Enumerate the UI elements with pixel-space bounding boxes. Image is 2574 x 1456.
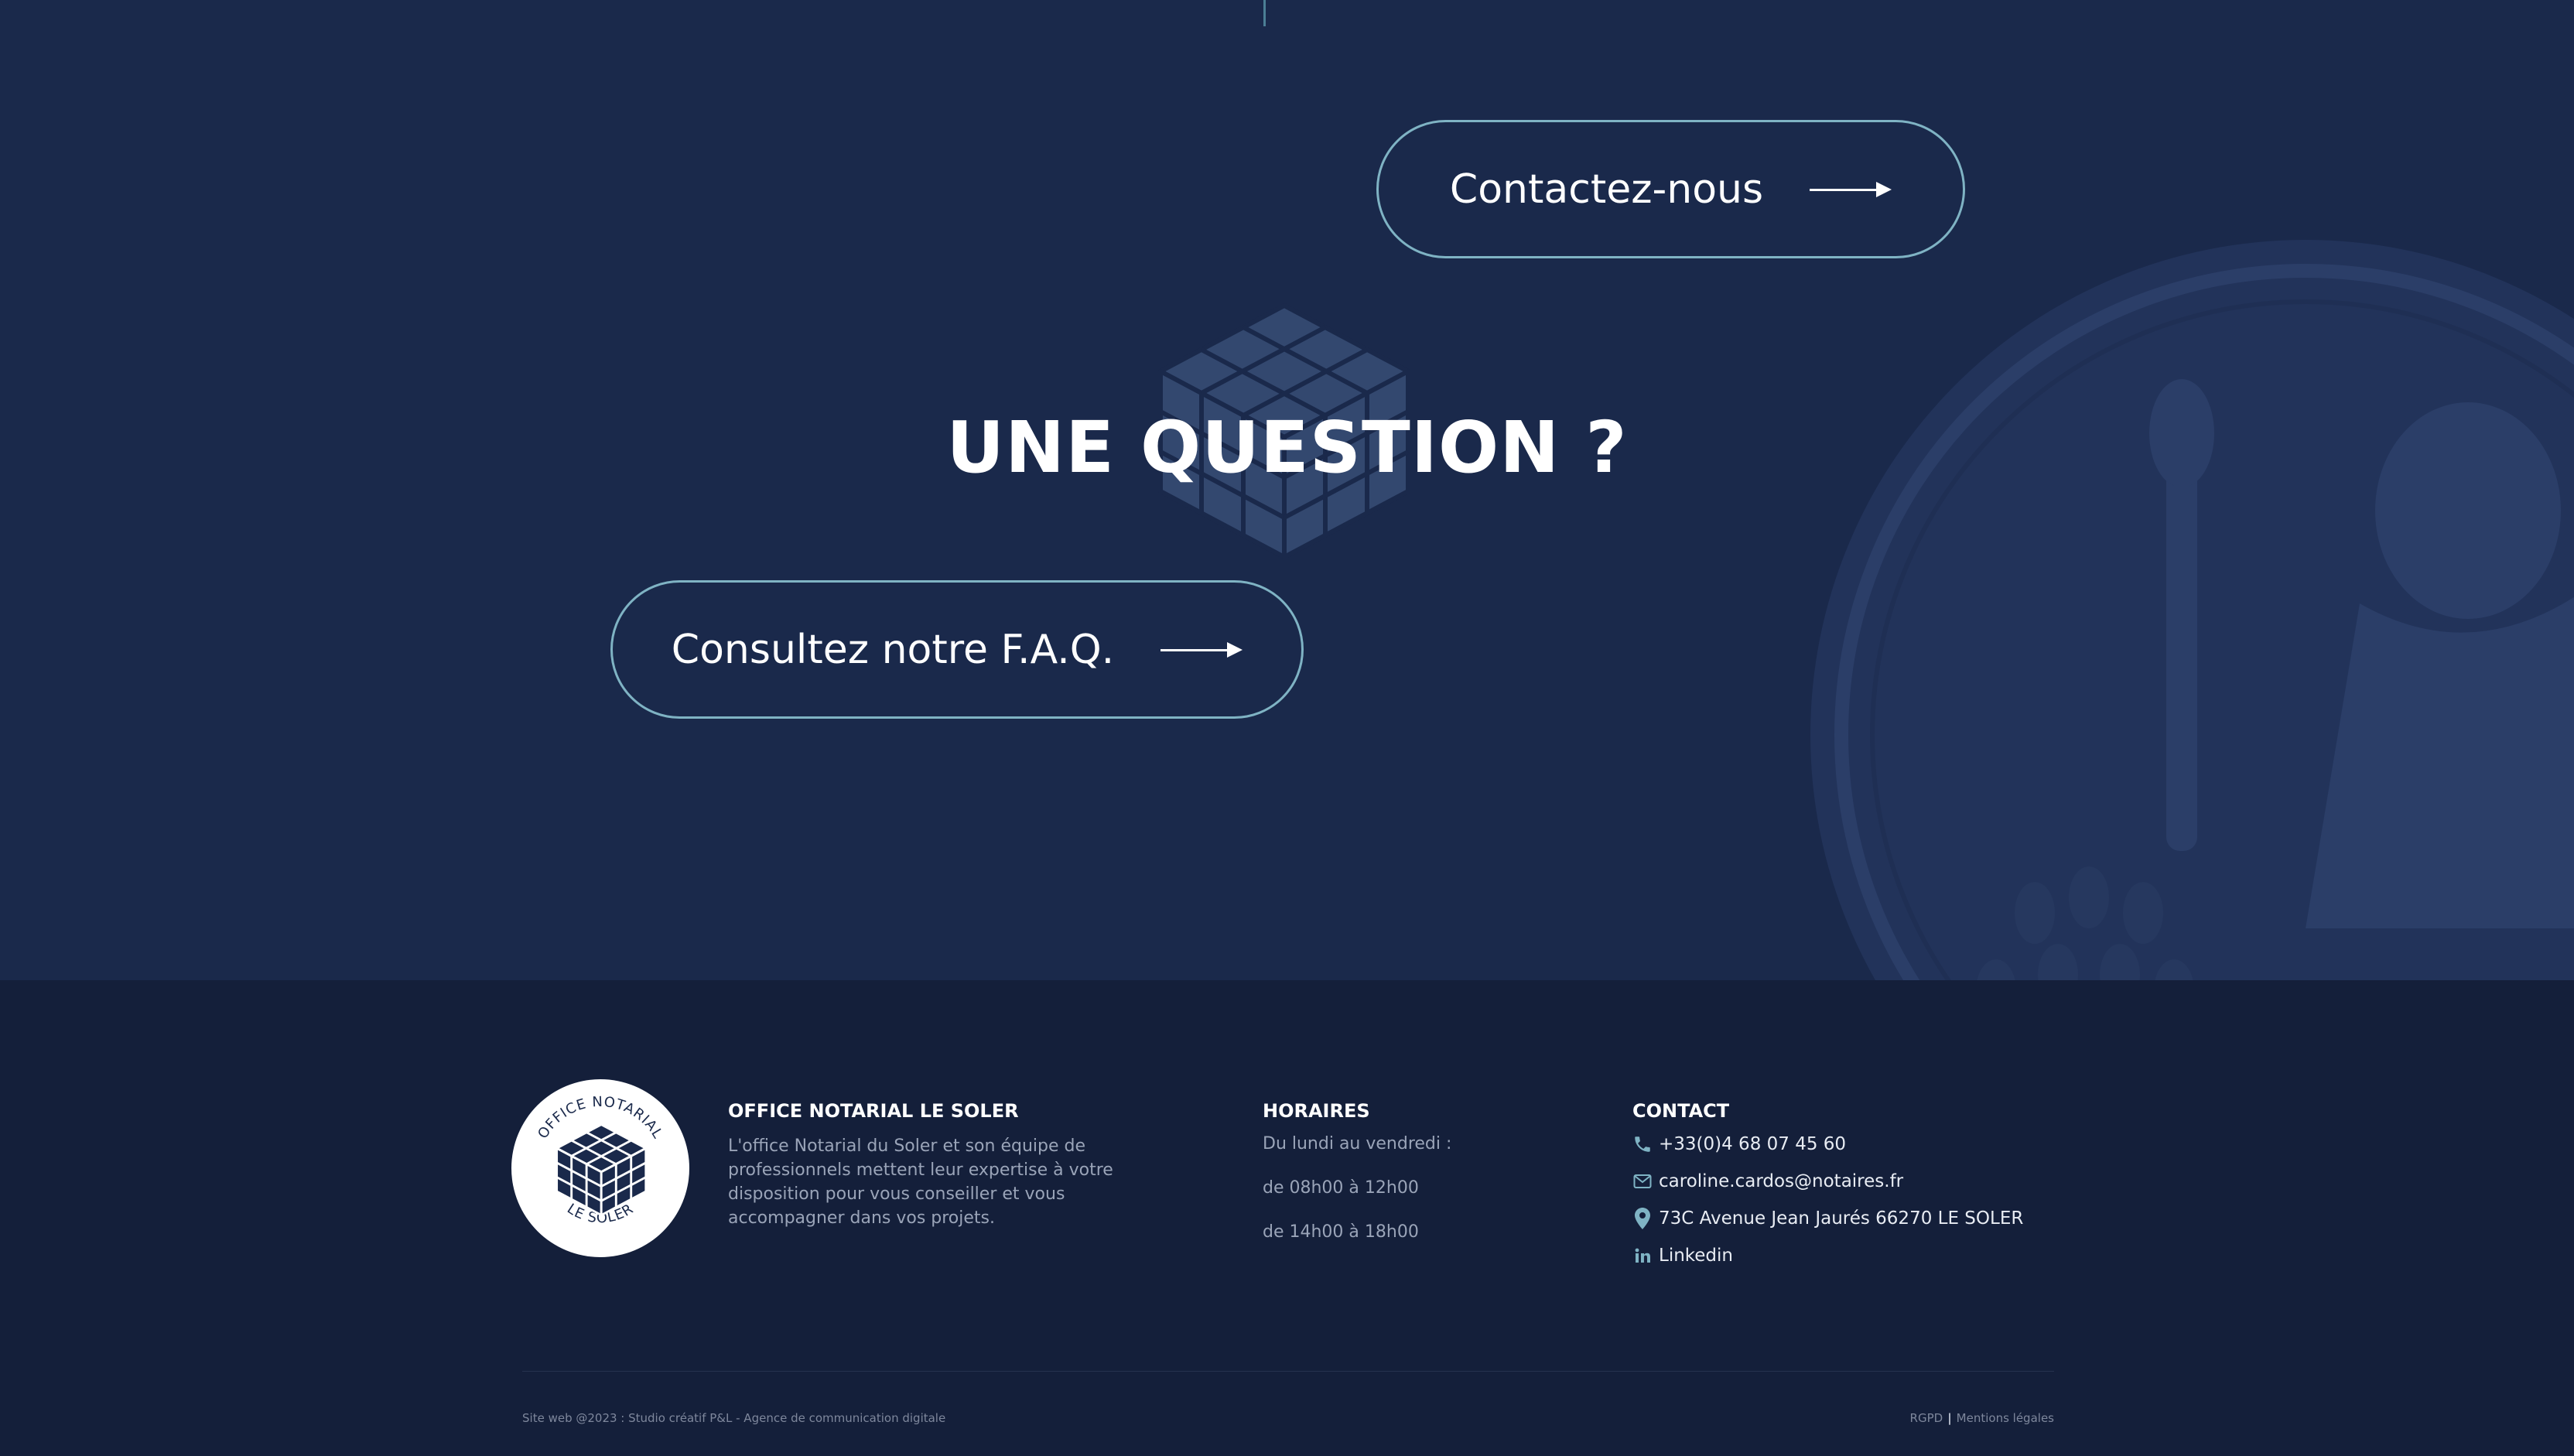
phone-number: +33(0)4 68 07 45 60 xyxy=(1659,1134,1847,1154)
mentions-legales-link[interactable]: Mentions légales xyxy=(1957,1411,2054,1425)
cta-title: UNE QUESTION ? xyxy=(946,406,1628,489)
marianne-medal-watermark xyxy=(1810,240,2574,980)
postal-address: 73C Avenue Jean Jaurés 66270 LE SOLER xyxy=(1659,1208,2024,1229)
about-heading: OFFICE NOTARIAL LE SOLER xyxy=(728,1100,1019,1122)
arrow-right-icon xyxy=(1810,179,1892,200)
hours-heading: HORAIRES xyxy=(1263,1100,1370,1122)
office-notarial-logo[interactable]: OFFICE NOTARIAL LE SOLER xyxy=(511,1079,689,1257)
map-pin-icon xyxy=(1632,1208,1653,1229)
faq-button-label: Consultez notre F.A.Q. xyxy=(671,626,1115,673)
arrow-right-icon xyxy=(1161,640,1243,660)
cta-section: UNE QUESTION ? Consultez notre F.A.Q. Co… xyxy=(0,0,2574,980)
footer-separator xyxy=(522,1371,2054,1372)
linkedin-link: Linkedin xyxy=(1659,1246,1733,1266)
contact-email[interactable]: caroline.cardos@notaires.fr xyxy=(1632,1171,2066,1191)
legal-links: RGPD | Mentions légales xyxy=(1910,1411,2054,1425)
hours-afternoon: de 14h00 à 18h00 xyxy=(1263,1222,1419,1242)
phone-icon xyxy=(1632,1134,1653,1154)
contact-button[interactable]: Contactez-nous xyxy=(1376,120,1965,258)
footer-hours: HORAIRES Du lundi au vendredi : de 08h00… xyxy=(1263,1100,1557,1266)
envelope-icon xyxy=(1632,1171,1653,1191)
hours-days: Du lundi au vendredi : xyxy=(1263,1134,1452,1154)
contact-heading: CONTACT xyxy=(1632,1100,1730,1122)
contact-button-label: Contactez-nous xyxy=(1449,166,1764,213)
about-text: L'office Notarial du Soler et son équipe… xyxy=(728,1136,1113,1228)
contact-linkedin[interactable]: Linkedin xyxy=(1632,1246,2066,1266)
site-footer: OFFICE NOTARIAL LE SOLER OFFICE NOTARIAL… xyxy=(0,980,2574,1456)
legal-separator: | xyxy=(1947,1411,1952,1425)
linkedin-icon xyxy=(1632,1246,1653,1266)
footer-about: OFFICE NOTARIAL LE SOLER L'office Notari… xyxy=(728,1100,1130,1230)
rgpd-link[interactable]: RGPD xyxy=(1910,1411,1943,1425)
email-address: caroline.cardos@notaires.fr xyxy=(1659,1171,1904,1191)
contact-phone[interactable]: +33(0)4 68 07 45 60 xyxy=(1632,1134,2066,1154)
footer-contact: CONTACT +33(0)4 68 07 45 60 caroline.car… xyxy=(1632,1100,2066,1283)
top-divider-line xyxy=(1263,0,1266,26)
site-credit[interactable]: Site web @2023 : Studio créatif P&L - Ag… xyxy=(522,1411,945,1425)
hours-morning: de 08h00 à 12h00 xyxy=(1263,1178,1419,1198)
faq-button[interactable]: Consultez notre F.A.Q. xyxy=(610,580,1304,719)
contact-address: 73C Avenue Jean Jaurés 66270 LE SOLER xyxy=(1632,1208,2066,1229)
